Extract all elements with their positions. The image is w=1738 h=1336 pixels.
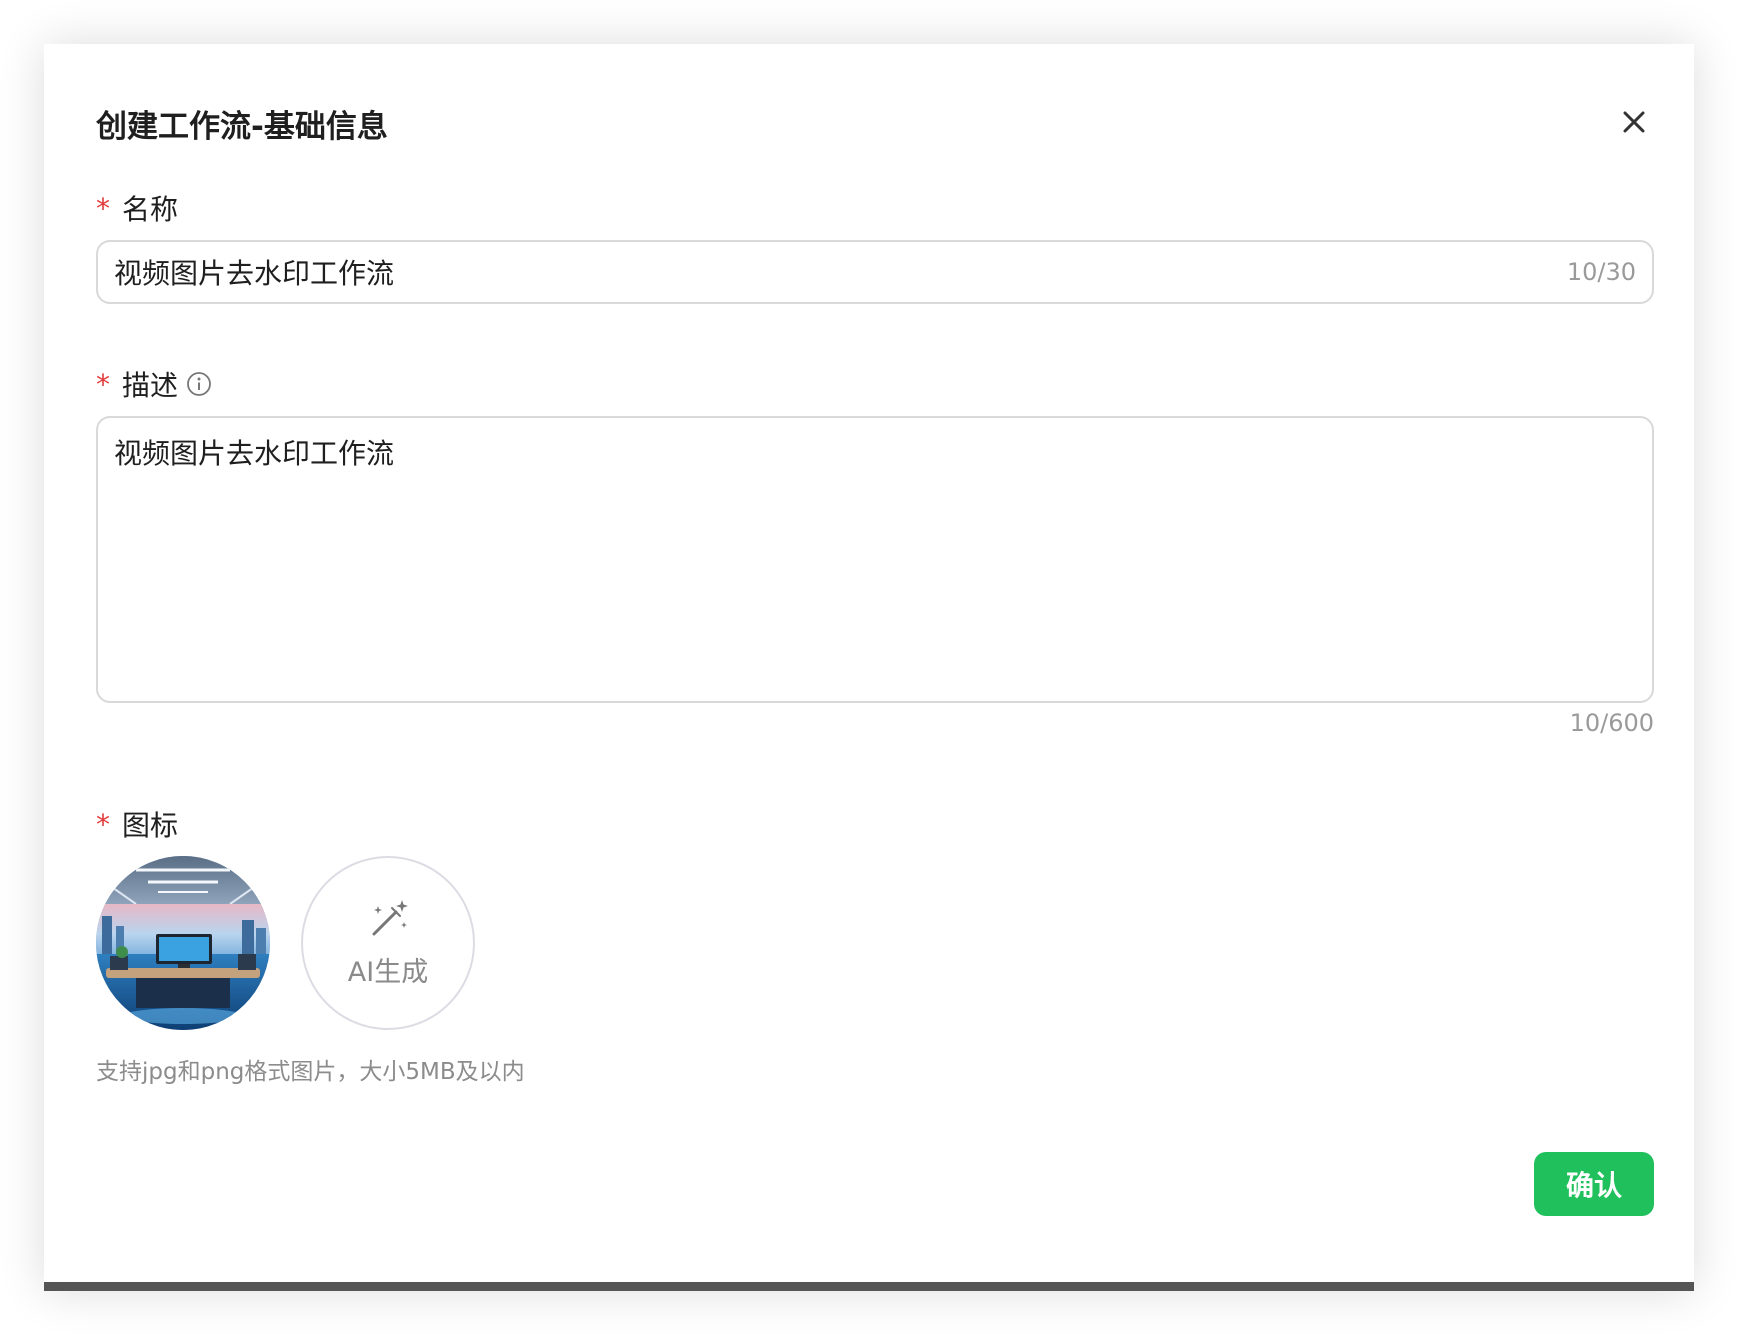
- icon-upload-hint: 支持jpg和png格式图片，大小5MB及以内: [96, 1059, 525, 1085]
- name-input-value[interactable]: 视频图片去水印工作流: [114, 252, 1567, 292]
- required-mark: *: [96, 367, 110, 401]
- required-mark: *: [96, 191, 110, 225]
- description-label-text: 描述: [122, 369, 179, 402]
- name-input[interactable]: 视频图片去水印工作流 10/30: [96, 240, 1654, 304]
- required-mark: *: [96, 807, 110, 841]
- name-label: * 名称: [96, 188, 178, 228]
- name-char-counter: 10/30: [1566, 258, 1636, 286]
- create-workflow-dialog: 创建工作流-基础信息 * 名称 视频图片去水印工作流 10/30 * 描述 视频…: [44, 44, 1694, 1291]
- office-scene-image: [96, 856, 270, 1030]
- info-circle-icon[interactable]: [186, 371, 212, 397]
- ai-generate-button[interactable]: AI生成: [301, 856, 475, 1030]
- close-icon: [1623, 111, 1645, 133]
- description-label: * 描述: [96, 364, 212, 404]
- name-label-text: 名称: [122, 193, 179, 226]
- icon-label-text: 图标: [122, 809, 179, 842]
- confirm-button[interactable]: 确认: [1534, 1152, 1654, 1216]
- dialog-title: 创建工作流-基础信息: [96, 109, 388, 145]
- close-button[interactable]: [1614, 102, 1654, 142]
- bottom-divider: [44, 1282, 1694, 1291]
- description-char-counter: 10/600: [1569, 709, 1654, 737]
- description-textarea[interactable]: 视频图片去水印工作流: [96, 416, 1654, 703]
- icon-label: * 图标: [96, 804, 178, 844]
- icon-thumbnail-image[interactable]: [96, 856, 270, 1030]
- description-value[interactable]: 视频图片去水印工作流: [114, 432, 1636, 472]
- ai-generate-label: AI生成: [347, 956, 429, 988]
- magic-wand-icon: [372, 899, 408, 935]
